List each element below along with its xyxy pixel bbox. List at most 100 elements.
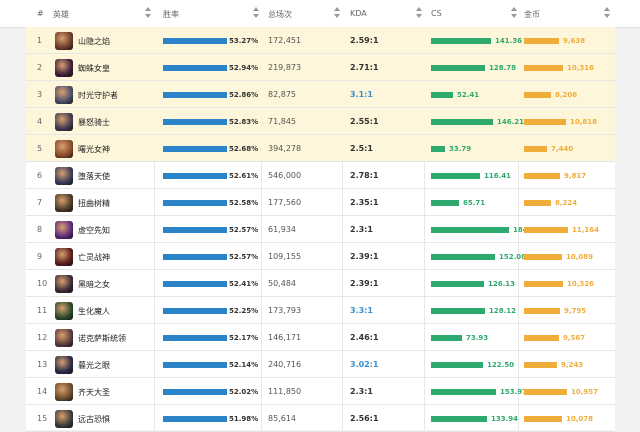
row-number: 13	[37, 359, 48, 369]
gold-value: 10,957	[571, 387, 599, 396]
row-number: 3	[37, 89, 43, 99]
hero-avatar[interactable]	[55, 301, 73, 320]
winrate-value: 52.41%	[229, 279, 259, 288]
hero-name[interactable]: 黑暗之女	[78, 279, 110, 290]
gold-bar	[524, 361, 557, 368]
kda-value: 3.3:1	[350, 305, 373, 315]
gold-bar	[524, 226, 568, 233]
sort-kda-icon[interactable]	[416, 7, 422, 19]
row-number: 6	[37, 170, 43, 180]
hero-name[interactable]: 诺克萨斯统领	[78, 333, 126, 344]
header-gold[interactable]: 金币	[524, 9, 540, 20]
gold-value: 9,638	[563, 36, 586, 45]
hero-name[interactable]: 齐天大圣	[78, 387, 110, 398]
sort-gold-icon[interactable]	[604, 7, 610, 19]
winrate-value: 51.98%	[229, 414, 259, 423]
cs-bar	[431, 91, 453, 98]
hero-avatar[interactable]	[55, 274, 73, 293]
hero-avatar[interactable]	[55, 220, 73, 239]
hero-avatar[interactable]	[55, 193, 73, 212]
hero-name[interactable]: 堕落天使	[78, 171, 110, 182]
gold-bar	[524, 253, 562, 260]
games-value: 394,278	[268, 143, 302, 153]
winrate-bar	[163, 172, 227, 179]
games-value: 109,155	[268, 251, 302, 261]
hero-avatar[interactable]	[55, 31, 73, 50]
hero-avatar[interactable]	[55, 247, 73, 266]
hero-name[interactable]: 远古恐惧	[78, 414, 110, 425]
hero-avatar[interactable]	[55, 382, 73, 401]
sort-winrate-icon[interactable]	[253, 7, 259, 19]
hero-name[interactable]: 亡灵战神	[78, 252, 110, 263]
hero-name[interactable]: 曙光女神	[78, 144, 110, 155]
hero-name[interactable]: 虚空先知	[78, 225, 110, 236]
winrate-value: 52.57%	[229, 225, 259, 234]
winrate-bar	[163, 91, 227, 98]
hero-avatar[interactable]	[55, 166, 73, 185]
gold-value: 10,326	[567, 279, 595, 288]
hero-avatar[interactable]	[55, 85, 73, 104]
hero-avatar[interactable]	[55, 328, 73, 347]
winrate-bar	[163, 118, 227, 125]
cs-value: 65.71	[463, 198, 486, 207]
winrate-bar	[163, 361, 227, 368]
sort-hero-icon[interactable]	[145, 7, 151, 19]
games-value: 50,484	[268, 278, 296, 288]
cs-value: 116.41	[484, 171, 512, 180]
hero-name[interactable]: 扭曲树精	[78, 198, 110, 209]
winrate-bar	[163, 307, 227, 314]
row-number: 9	[37, 251, 43, 261]
games-value: 546,000	[268, 170, 302, 180]
cs-value: 141.36	[495, 36, 523, 45]
winrate-bar	[163, 37, 227, 44]
winrate-value: 52.94%	[229, 63, 259, 72]
kda-value: 2.56:1	[350, 413, 379, 423]
hero-avatar[interactable]	[55, 355, 73, 374]
winrate-value: 52.57%	[229, 252, 259, 261]
games-value: 173,793	[268, 305, 302, 315]
gold-value: 9,243	[561, 360, 584, 369]
row-number: 8	[37, 224, 43, 234]
winrate-value: 52.17%	[229, 333, 259, 342]
header-num: #	[37, 9, 44, 18]
gold-value: 10,089	[566, 252, 594, 261]
header-winrate[interactable]: 胜率	[163, 9, 179, 20]
header-hero[interactable]: 英雄	[53, 9, 69, 20]
row-number: 5	[37, 143, 43, 153]
winrate-bar	[163, 199, 227, 206]
hero-avatar[interactable]	[55, 58, 73, 77]
cs-value: 126.13	[488, 279, 516, 288]
cs-value: 73.93	[466, 333, 489, 342]
cs-bar	[431, 118, 493, 125]
hero-name[interactable]: 暴怒骑士	[78, 117, 110, 128]
games-value: 61,934	[268, 224, 296, 234]
header-games[interactable]: 总场次	[268, 9, 292, 20]
games-value: 240,716	[268, 359, 302, 369]
hero-name[interactable]: 暮光之眼	[78, 360, 110, 371]
gold-bar	[524, 280, 563, 287]
hero-avatar[interactable]	[55, 409, 73, 428]
cs-value: 52.41	[457, 90, 480, 99]
sort-games-icon[interactable]	[334, 7, 340, 19]
hero-name[interactable]: 山隐之焰	[78, 36, 110, 47]
cs-value: 153.97	[500, 387, 528, 396]
hero-avatar[interactable]	[55, 112, 73, 131]
cs-value: 128.12	[489, 306, 517, 315]
winrate-value: 52.83%	[229, 117, 259, 126]
winrate-value: 52.68%	[229, 144, 259, 153]
winrate-bar	[163, 415, 227, 422]
hero-avatar[interactable]	[55, 139, 73, 158]
hero-name[interactable]: 生化魔人	[78, 306, 110, 317]
header-cs[interactable]: CS	[431, 9, 442, 18]
kda-value: 2.5:1	[350, 143, 373, 153]
row-number: 11	[37, 305, 48, 315]
header-kda[interactable]: KDA	[350, 9, 367, 18]
winrate-bar	[163, 388, 227, 395]
kda-value: 2.78:1	[350, 170, 379, 180]
hero-name[interactable]: 时光守护者	[78, 90, 118, 101]
hero-name[interactable]: 蜘蛛女皇	[78, 63, 110, 74]
kda-value: 2.39:1	[350, 251, 379, 261]
sort-cs-icon[interactable]	[511, 7, 517, 19]
cs-bar	[431, 226, 509, 233]
gold-bar	[524, 334, 559, 341]
